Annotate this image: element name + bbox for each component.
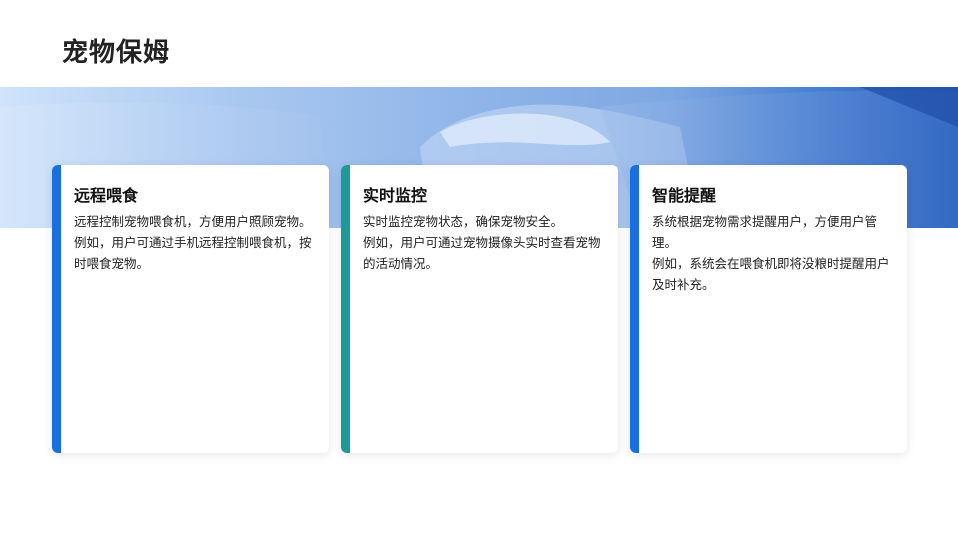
card-accent-bar bbox=[630, 165, 639, 453]
card-body: 系统根据宠物需求提醒用户，方便用户管理。 例如，系统会在喂食机即将没粮时提醒用户… bbox=[652, 211, 892, 295]
feature-card-remote-feeding: 远程喂食 远程控制宠物喂食机，方便用户照顾宠物。 例如，用户可通过手机远程控制喂… bbox=[52, 165, 329, 453]
card-title: 实时监控 bbox=[363, 186, 428, 205]
feature-card-live-monitoring: 实时监控 实时监控宠物状态，确保宠物安全。 例如，用户可通过宠物摄像头实时查看宠… bbox=[341, 165, 618, 453]
page-title: 宠物保姆 bbox=[62, 38, 171, 68]
card-line: 实时监控宠物状态，确保宠物安全。 bbox=[363, 214, 564, 229]
card-line: 例如，用户可通过手机远程控制喂食机，按时喂食宠物。 bbox=[74, 235, 312, 271]
card-line: 系统根据宠物需求提醒用户，方便用户管理。 bbox=[652, 214, 878, 250]
card-body: 远程控制宠物喂食机，方便用户照顾宠物。 例如，用户可通过手机远程控制喂食机，按时… bbox=[74, 211, 314, 274]
card-line: 远程控制宠物喂食机，方便用户照顾宠物。 bbox=[74, 214, 312, 229]
card-accent-bar bbox=[52, 165, 61, 453]
feature-cards: 远程喂食 远程控制宠物喂食机，方便用户照顾宠物。 例如，用户可通过手机远程控制喂… bbox=[52, 165, 908, 453]
card-accent-bar bbox=[341, 165, 350, 453]
feature-card-smart-reminder: 智能提醒 系统根据宠物需求提醒用户，方便用户管理。 例如，系统会在喂食机即将没粮… bbox=[630, 165, 907, 453]
card-title: 智能提醒 bbox=[652, 186, 717, 205]
card-line: 例如，用户可通过宠物摄像头实时查看宠物的活动情况。 bbox=[363, 235, 601, 271]
card-line: 例如，系统会在喂食机即将没粮时提醒用户及时补充。 bbox=[652, 256, 890, 292]
card-body: 实时监控宠物状态，确保宠物安全。 例如，用户可通过宠物摄像头实时查看宠物的活动情… bbox=[363, 211, 603, 274]
card-title: 远程喂食 bbox=[74, 186, 139, 205]
